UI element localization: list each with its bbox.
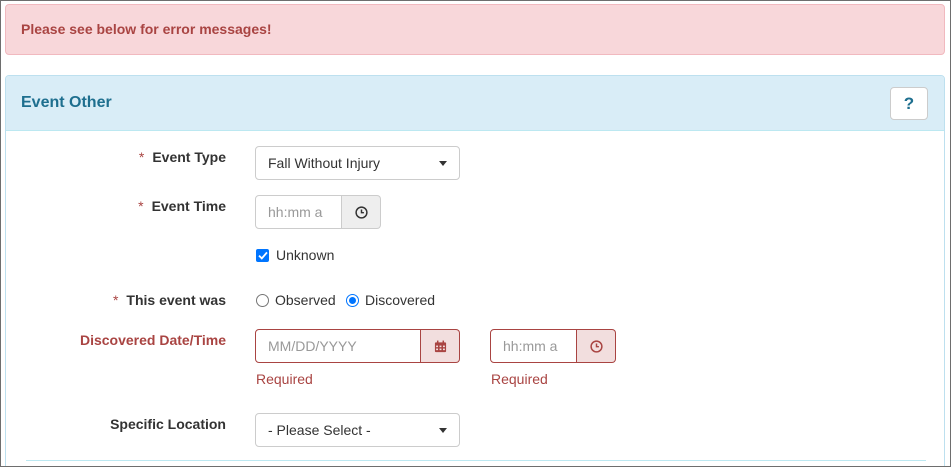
unknown-label: Unknown [276,247,335,263]
discovered-date-input[interactable]: MM/DD/YYYY [255,329,421,363]
observed-label: Observed [275,292,336,308]
event-other-panel: Event Other ? * Event Type Fall Without I… [5,75,945,467]
alert-message: Please see below for error messages! [21,21,272,37]
caret-down-icon [439,428,447,433]
calendar-icon [434,340,446,352]
event-type-value: Fall Without Injury [268,155,381,171]
event-time-input[interactable]: hh:mm a [255,195,342,229]
discovered-time-group: hh:mm a [490,329,616,363]
specific-location-select[interactable]: - Please Select - [255,413,460,447]
discovered-date-calendar-button[interactable] [421,329,460,363]
checkmark-icon [257,251,268,260]
panel-title: Event Other [21,94,112,111]
discovered-date-group: MM/DD/YYYY [255,329,460,363]
observed-radio[interactable] [256,293,269,307]
event-type-label: * Event Type [138,149,226,165]
observed-radio-row[interactable]: Observed [256,292,336,308]
help-button[interactable]: ? [890,87,928,120]
clock-icon [354,205,368,219]
discovered-radio[interactable] [346,293,359,307]
discovered-time-error: Required [491,371,548,387]
discovered-time-input[interactable]: hh:mm a [490,329,577,363]
required-marker: * [138,149,145,165]
discovered-radio-row[interactable]: Discovered [346,292,435,308]
specific-location-value: - Please Select - [268,422,371,438]
unknown-checkbox[interactable] [256,248,269,262]
discovered-date-error: Required [256,371,313,387]
discovered-datetime-label: Discovered Date/Time [79,332,226,348]
caret-down-icon [439,161,447,166]
help-label: ? [903,93,915,113]
event-time-clock-button[interactable] [342,195,381,229]
required-marker: * [112,292,119,308]
this-event-was-label: * This event was [112,292,226,308]
section-divider [26,460,926,461]
event-time-label: * Event Time [138,198,226,214]
clock-icon [589,339,603,353]
event-time-group: hh:mm a [255,195,381,229]
discovered-time-clock-button[interactable] [577,329,616,363]
event-type-select[interactable]: Fall Without Injury [255,146,460,180]
required-marker: * [138,198,144,214]
panel-heading: Event Other ? [6,76,944,131]
specific-location-label: Specific Location [110,416,226,432]
error-alert: Please see below for error messages! [5,4,945,55]
discovered-label: Discovered [365,292,436,308]
unknown-checkbox-row[interactable]: Unknown [256,247,334,263]
